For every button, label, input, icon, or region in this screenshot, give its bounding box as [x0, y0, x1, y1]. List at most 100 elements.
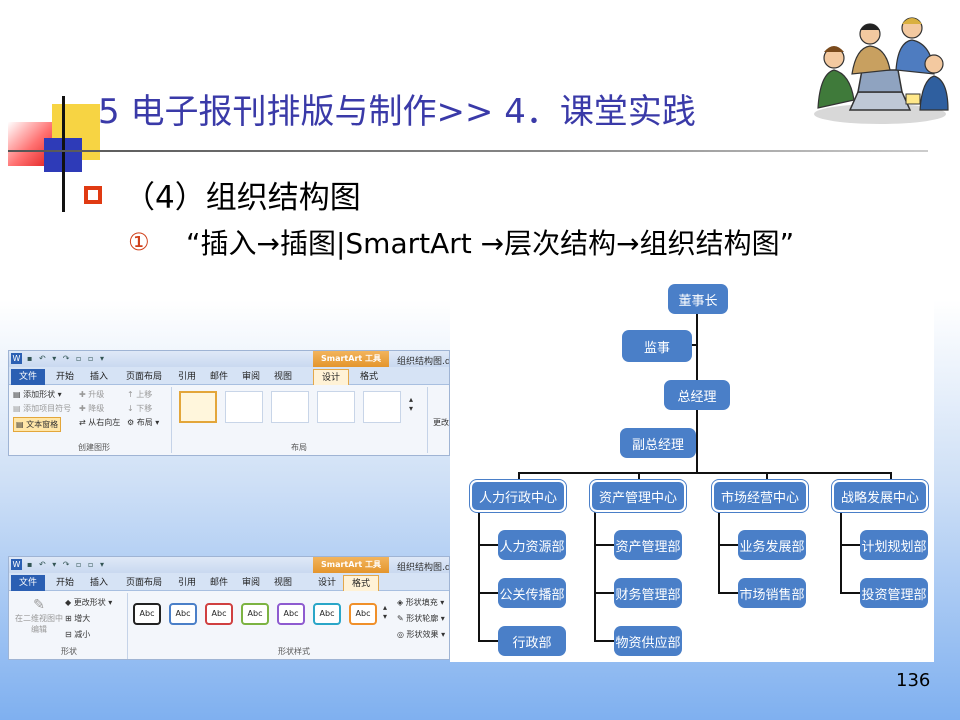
edit-in-2d-label-1: 在二维视图中	[15, 614, 63, 623]
tab-home[interactable]: 开始	[49, 369, 81, 385]
change-shape-button[interactable]: ◆ 更改形状 ▾	[65, 597, 112, 608]
connector-line	[478, 510, 480, 642]
org-node-deputy-gm: 副总经理	[620, 428, 696, 458]
edit-2d-icon: ✎	[33, 597, 45, 613]
tab-file[interactable]: 文件	[11, 575, 45, 591]
group-separator	[127, 593, 128, 659]
style-gallery-scroll[interactable]: ▴ ▾	[383, 603, 387, 621]
sub-bullet-number: ①	[128, 228, 150, 256]
add-shape-button[interactable]: ▤ 添加形状 ▾	[13, 389, 62, 400]
people-clipart-icon	[810, 4, 950, 126]
tab-references[interactable]: 引用	[173, 575, 201, 591]
bullet-heading: （4）组织结构图	[124, 180, 361, 216]
tab-references[interactable]: 引用	[173, 369, 201, 385]
tab-review[interactable]: 审阅	[237, 369, 265, 385]
org-node-department: 财务管理部	[614, 578, 682, 608]
layout-button[interactable]: ⚙ 布局 ▾	[127, 417, 159, 428]
shape-style-5[interactable]: Abc	[277, 603, 305, 625]
shape-style-2[interactable]: Abc	[169, 603, 197, 625]
tab-mailings[interactable]: 邮件	[205, 369, 233, 385]
connector-line	[594, 544, 614, 546]
tab-insert[interactable]: 插入	[83, 575, 115, 591]
tab-format[interactable]: 格式	[343, 575, 379, 591]
edit-in-2d-button[interactable]: ✎ 在二维视图中 编辑	[13, 597, 65, 635]
connector-line	[718, 510, 720, 594]
decor-vertical-line	[62, 96, 65, 212]
tab-view[interactable]: 视图	[269, 575, 297, 591]
move-down-button[interactable]: ↓ 下移	[127, 403, 152, 414]
text-pane-button[interactable]: ▤ 文本窗格	[13, 417, 62, 432]
layout-option-2[interactable]	[225, 391, 263, 423]
connector-line	[478, 640, 498, 642]
tab-page-layout[interactable]: 页面布局	[119, 575, 169, 591]
layout-option-4[interactable]	[317, 391, 355, 423]
connector-line	[478, 592, 498, 594]
add-bullet-button[interactable]: ▤ 添加项目符号	[13, 403, 71, 414]
change-colors-button[interactable]: 更改	[433, 417, 449, 428]
smartart-tools-label: SmartArt 工具	[313, 351, 389, 367]
tab-view[interactable]: 视图	[269, 369, 297, 385]
smaller-button[interactable]: ⊟ 减小	[65, 629, 90, 640]
shape-style-1[interactable]: Abc	[133, 603, 161, 625]
group-label-shapes: 形状	[61, 647, 77, 656]
group-label-create-graphic: 创建图形	[78, 443, 110, 452]
org-node-department: 资产管理部	[614, 530, 682, 560]
tab-design[interactable]: 设计	[313, 575, 341, 591]
document-title: 组织结构图.doc	[397, 357, 449, 367]
shape-style-4[interactable]: Abc	[241, 603, 269, 625]
shape-style-6[interactable]: Abc	[313, 603, 341, 625]
layout-option-5[interactable]	[363, 391, 401, 423]
promote-button[interactable]: ✚ 升级	[79, 389, 104, 400]
quick-access-icons: ▪ ↶ ▾ ↷ ▫ ▫ ▾	[27, 560, 106, 569]
larger-button[interactable]: ⊞ 增大	[65, 613, 90, 624]
tab-page-layout[interactable]: 页面布局	[119, 369, 169, 385]
document-title: 组织结构图.doc	[397, 563, 449, 573]
connector-line	[840, 544, 860, 546]
group-label-shape-styles: 形状样式	[278, 647, 310, 656]
org-node-department: 市场销售部	[738, 578, 806, 608]
connector-line	[594, 640, 614, 642]
org-node-center: 市场经营中心	[712, 480, 808, 512]
tab-design[interactable]: 设计	[313, 369, 349, 385]
shape-style-3[interactable]: Abc	[205, 603, 233, 625]
demote-button[interactable]: ✚ 降级	[79, 403, 104, 414]
quick-access-icons: ▪ ↶ ▾ ↷ ▫ ▫ ▾	[27, 354, 106, 363]
group-separator	[171, 387, 172, 453]
layout-gallery-scroll[interactable]: ▴ ▾	[409, 395, 413, 413]
connector-line	[840, 592, 860, 594]
shape-outline-button[interactable]: ✎ 形状轮廓 ▾	[397, 613, 445, 624]
tab-format[interactable]: 格式	[351, 369, 387, 385]
layout-option-org-chart[interactable]	[179, 391, 217, 423]
org-node-department: 物资供应部	[614, 626, 682, 656]
tab-file[interactable]: 文件	[11, 369, 45, 385]
org-node-general-manager: 总经理	[664, 380, 730, 410]
org-node-department: 公关传播部	[498, 578, 566, 608]
org-chart: 董事长 监事 总经理 副总经理 人力行政中心 资产管理中心 市场经营中心 战略发…	[450, 282, 934, 662]
org-node-chairman: 董事长	[668, 284, 728, 314]
connector-line	[594, 592, 614, 594]
edit-in-2d-label-2: 编辑	[31, 625, 47, 634]
group-separator	[427, 387, 428, 453]
shape-fill-button[interactable]: ◈ 形状填充 ▾	[397, 597, 444, 608]
shape-effects-button[interactable]: ◎ 形状效果 ▾	[397, 629, 445, 640]
tab-mailings[interactable]: 邮件	[205, 575, 233, 591]
tab-review[interactable]: 审阅	[237, 575, 265, 591]
quick-access-toolbar: W ▪ ↶ ▾ ↷ ▫ ▫ ▾ SmartArt 工具 组织结构图.doc	[9, 557, 449, 573]
org-node-supervisor: 监事	[622, 330, 692, 362]
connector-line	[840, 510, 842, 594]
title-underline	[8, 150, 928, 152]
org-node-department: 计划规划部	[860, 530, 928, 560]
layout-option-3[interactable]	[271, 391, 309, 423]
connector-line	[518, 472, 892, 474]
word-app-icon: W	[11, 559, 22, 570]
org-node-center: 人力行政中心	[470, 480, 566, 512]
ribbon-format-screenshot: W ▪ ↶ ▾ ↷ ▫ ▫ ▾ SmartArt 工具 组织结构图.doc 文件…	[8, 556, 450, 660]
org-node-center: 资产管理中心	[590, 480, 686, 512]
slide-title: 5 电子报刊排版与制作>> 4．课堂实践	[98, 92, 696, 132]
tab-home[interactable]: 开始	[49, 575, 81, 591]
tab-insert[interactable]: 插入	[83, 369, 115, 385]
shape-style-7[interactable]: Abc	[349, 603, 377, 625]
right-to-left-button[interactable]: ⇄ 从右向左	[79, 417, 120, 428]
quick-access-toolbar: W ▪ ↶ ▾ ↷ ▫ ▫ ▾ SmartArt 工具 组织结构图.doc	[9, 351, 449, 367]
move-up-button[interactable]: ↑ 上移	[127, 389, 152, 400]
